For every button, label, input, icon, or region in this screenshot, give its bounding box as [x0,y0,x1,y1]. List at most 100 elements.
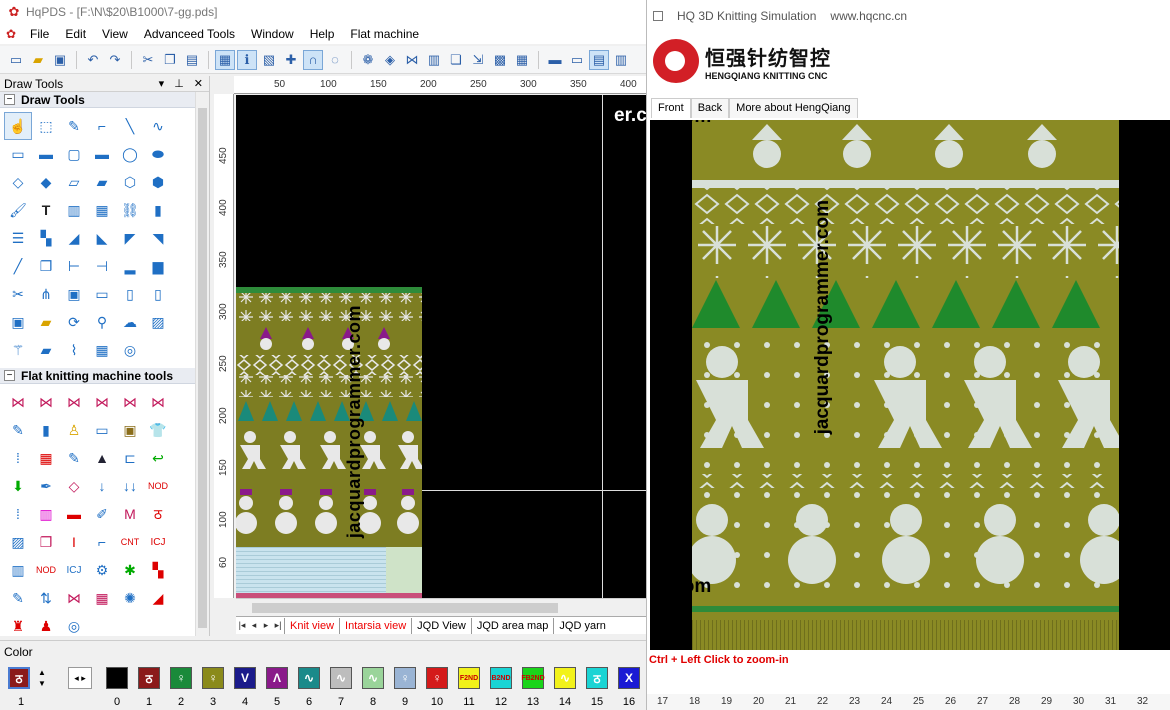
menu-edit[interactable]: Edit [57,27,94,41]
window-split-icon[interactable]: ▥ [611,50,631,70]
rotate-tool-icon[interactable]: ⟳ [60,308,88,336]
color-swatch[interactable]: ♀ [202,667,224,689]
canvas-hscroll-thumb[interactable] [252,603,558,613]
tab-first-icon[interactable]: |◂ [236,620,248,631]
nod-down-icon[interactable]: ↓ [88,472,116,500]
machine-icon[interactable]: ▩ [490,50,510,70]
window-cascade-icon[interactable]: ▭ [567,50,587,70]
stitch-transfer-icon[interactable]: ⋈ [116,388,144,416]
page-tool-icon[interactable]: ▯ [144,280,172,308]
person-icon[interactable]: ♙ [60,416,88,444]
cut-icon[interactable]: ✂ [138,50,158,70]
nod-box-icon[interactable]: NOD [32,556,60,584]
paste-icon[interactable]: ▤ [182,50,202,70]
flower-icon[interactable]: ❁ [358,50,378,70]
panel-dropdown-icon[interactable]: ▾ [159,77,165,90]
mosaic-tool-icon[interactable]: ▦ [88,336,116,364]
photo-icon[interactable]: ▨ [4,528,32,556]
color-swatch[interactable]: F2ND [458,667,480,689]
new-file-icon[interactable]: ▭ [6,50,26,70]
tab-jqd-area-map[interactable]: JQD area map [470,617,554,634]
grid-large-icon[interactable]: ▦ [512,50,532,70]
pen-icon[interactable]: ✐ [88,500,116,528]
undo-icon[interactable]: ↶ [83,50,103,70]
align-left-tool-icon[interactable]: ⊢ [60,252,88,280]
copy-icon[interactable]: ❐ [160,50,180,70]
text-tool-icon[interactable]: T [32,196,60,224]
color-swatch[interactable]: X [618,667,640,689]
menu-advanced-tools[interactable]: Advanceed Tools [136,27,243,41]
stitch-back-icon[interactable]: ⋈ [32,388,60,416]
panel-tool-icon[interactable]: ▯ [116,280,144,308]
parallelogram-tool-icon[interactable]: ▱ [60,168,88,196]
fill3-tool-icon[interactable]: ◤ [116,224,144,252]
lasso-tool-icon[interactable]: ⌇ [60,336,88,364]
copy-area-tool-icon[interactable]: ❐ [32,252,60,280]
filled-rounded-rect-tool-icon[interactable]: ▬ [88,140,116,168]
menu-flat-machine[interactable]: Flat machine [342,27,427,41]
eraser2-tool-icon[interactable]: ▰ [32,336,60,364]
design-canvas[interactable]: jacquardprogrammer.com er.com com er.com [236,95,646,598]
ribbon-icon[interactable]: ठ [144,500,172,528]
color-swatch[interactable]: ♀ [394,667,416,689]
color-swatch[interactable]: ठ [138,667,160,689]
fill-tool-icon[interactable]: ◢ [60,224,88,252]
spark-icon[interactable]: ✺ [116,584,144,612]
diamond-tool-icon[interactable]: ◇ [4,168,32,196]
redo-icon[interactable]: ↷ [105,50,125,70]
connector-icon[interactable]: ⊏ [116,444,144,472]
panel-scroll-thumb[interactable] [198,108,207,628]
tiles-tool-icon[interactable]: ▚ [32,224,60,252]
color-swatch[interactable]: V [234,667,256,689]
gear-icon[interactable]: ⚙ [88,556,116,584]
stitch-miss-icon[interactable]: ⋈ [88,388,116,416]
save-icon[interactable]: ▣ [50,50,70,70]
line-tool-icon[interactable]: ╲ [116,112,144,140]
book-icon[interactable]: ▮ [32,416,60,444]
bars-blue-icon[interactable]: ⁞ [4,500,32,528]
bars-tool-icon[interactable]: ▮ [144,196,172,224]
curve-tool-icon[interactable]: ∿ [144,112,172,140]
align-center-tool-icon[interactable]: ⊣ [88,252,116,280]
color-swatch[interactable]: ∿ [554,667,576,689]
color-spinner[interactable]: ▲ ▼ [38,667,46,689]
select-rect-tool-icon[interactable]: ⬚ [32,112,60,140]
pattern-icon[interactable]: ▦ [88,584,116,612]
icj-icon[interactable]: ICJ [144,528,172,556]
yarn-icon[interactable]: ✎ [4,416,32,444]
tab-jqd-view[interactable]: JQD View [411,617,471,634]
filled-ellipse-tool-icon[interactable]: ⬬ [144,140,172,168]
color-swatch[interactable]: ठ [586,667,608,689]
red-block-icon[interactable]: ▬ [60,500,88,528]
layers-icon[interactable]: ❐ [32,528,60,556]
down-arrow-icon[interactable]: ⬇ [4,472,32,500]
image-icon[interactable]: ▧ [259,50,279,70]
cloud-tool-icon[interactable]: ☁ [116,308,144,336]
filled-diamond-tool-icon[interactable]: ◆ [32,168,60,196]
monitor-tool-icon[interactable]: ▭ [88,280,116,308]
simulation-viewport[interactable]: er.com com er.com jacquardprogrammer.com [650,120,1170,650]
dropper-icon[interactable]: ✒ [32,472,60,500]
knife-tool-icon[interactable]: ╱ [4,252,32,280]
export-icon[interactable]: ⇲ [468,50,488,70]
menu-window[interactable]: Window [243,27,302,41]
needles-icon[interactable]: ⁞ [4,444,32,472]
color-scroll-button[interactable]: ◂ ▸ [68,667,92,689]
triangle-red-icon[interactable]: ◢ [144,584,172,612]
tool-more-2-icon[interactable]: ♟ [32,612,60,636]
image-tool-icon[interactable]: ▨ [144,308,172,336]
tab-next-icon[interactable]: ▸ [260,620,272,631]
rows-tool-icon[interactable]: ☰ [4,224,32,252]
columns-tool-icon[interactable]: ▥ [60,196,88,224]
system-menu-icon[interactable]: ✿ [0,27,22,41]
frame-tool-icon[interactable]: ▣ [60,280,88,308]
stitch-view-icon[interactable]: ∩ [303,49,323,70]
cone-icon[interactable]: ▲ [88,444,116,472]
note-icon[interactable]: ✎ [4,584,32,612]
ellipse-tool-icon[interactable]: ◯ [116,140,144,168]
link-tool-icon[interactable]: ⛓ [116,196,144,224]
open-folder-icon[interactable]: ▰ [28,50,48,70]
filled-parallelogram-tool-icon[interactable]: ▰ [88,168,116,196]
tab-back[interactable]: Back [690,98,730,118]
color-swatch[interactable]: ∿ [298,667,320,689]
